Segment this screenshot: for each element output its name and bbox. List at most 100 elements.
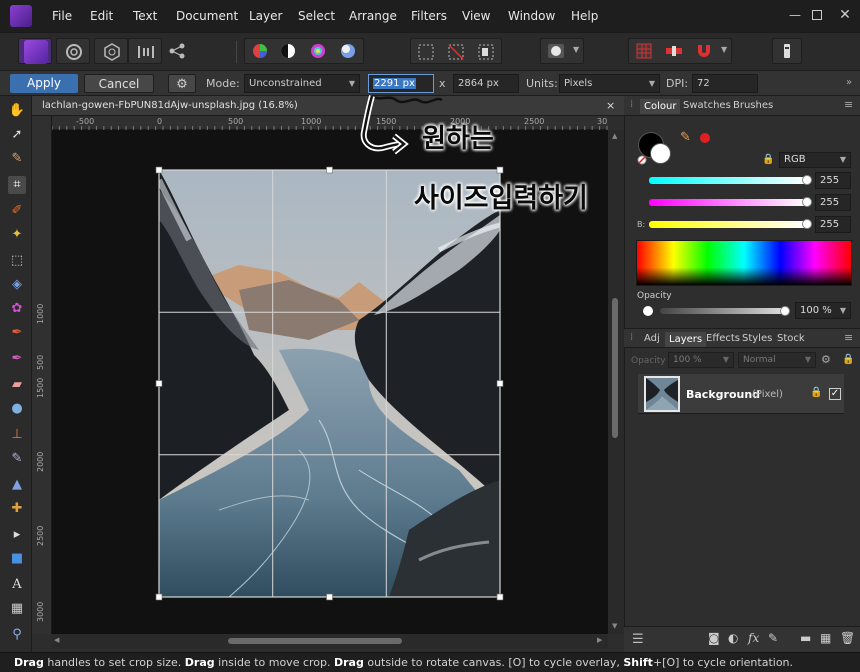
mask-layer-icon[interactable]: ◙ <box>708 631 720 645</box>
scroll-down-icon[interactable]: ▼ <box>612 622 617 630</box>
clone-tool-icon[interactable]: ⊥ <box>8 426 26 444</box>
tab-brushes[interactable]: Brushes <box>733 100 773 111</box>
text-tool-icon[interactable]: A <box>8 576 26 594</box>
menu-window[interactable]: Window <box>508 9 555 23</box>
marquee-tool-icon[interactable]: ⬚ <box>8 252 26 270</box>
flood-fill-tool-icon[interactable]: ◈ <box>8 276 26 294</box>
tab-layers[interactable]: Layers <box>665 332 707 347</box>
secondary-colour-swatch[interactable] <box>650 143 671 164</box>
panel-menu-icon[interactable]: ≡ <box>844 331 853 344</box>
picked-colour-dot[interactable] <box>700 133 710 143</box>
grid-icon[interactable] <box>635 42 653 60</box>
menu-document[interactable]: Document <box>176 9 238 23</box>
scroll-right-icon[interactable]: ▶ <box>597 636 602 644</box>
menu-view[interactable]: View <box>462 9 490 23</box>
flood-select-tool-icon[interactable]: ✦ <box>8 226 26 244</box>
live-filter-icon[interactable]: fx <box>748 631 759 645</box>
layer-settings-gear-icon[interactable]: ⚙ <box>821 353 831 366</box>
menu-edit[interactable]: Edit <box>90 9 113 23</box>
eyedropper-icon[interactable]: ✎ <box>680 130 691 145</box>
tab-stock[interactable]: Stock <box>777 333 805 344</box>
zoom-tool-icon[interactable]: ⚲ <box>8 626 26 644</box>
tone-mapping-persona-button[interactable] <box>128 38 162 64</box>
export-persona-button[interactable] <box>772 38 802 64</box>
menu-file[interactable]: File <box>52 9 72 23</box>
node-tool-icon[interactable]: ▸ <box>8 526 26 544</box>
colour-model-dropdown[interactable]: RGB ▼ <box>779 152 851 168</box>
red-slider-knob[interactable] <box>802 175 812 185</box>
opacity-slider[interactable] <box>660 308 784 314</box>
scroll-up-icon[interactable]: ▲ <box>612 132 617 140</box>
height-field[interactable]: 2864 px <box>453 74 519 93</box>
menu-arrange[interactable]: Arrange <box>349 9 397 23</box>
deselect-icon[interactable] <box>447 43 465 61</box>
assistant-icon[interactable] <box>665 42 683 60</box>
share-button[interactable] <box>164 38 190 64</box>
black-white-icon[interactable] <box>279 42 297 60</box>
apply-button[interactable]: Apply <box>10 74 78 93</box>
close-window-icon[interactable]: ✕ <box>838 8 852 22</box>
menu-select[interactable]: Select <box>298 9 335 23</box>
crop-overlay[interactable] <box>155 166 504 601</box>
tab-colour[interactable]: Colour <box>640 99 681 114</box>
adjustment-layer-icon[interactable]: ◐ <box>728 631 738 645</box>
color-replace-tool-icon[interactable]: ✒ <box>8 324 26 342</box>
dpi-field[interactable]: 72 <box>692 74 758 93</box>
mode-dropdown[interactable]: Unconstrained ▼ <box>244 74 360 93</box>
hand-tool-icon[interactable]: ✋ <box>8 102 26 120</box>
rectangle-tool-icon[interactable]: ■ <box>8 550 26 568</box>
quick-mask-button[interactable]: ▼ <box>540 38 584 64</box>
overflow-chevron-icon[interactable]: » <box>846 77 852 88</box>
tab-adjustments[interactable]: Adj <box>644 333 660 344</box>
units-dropdown[interactable]: Pixels ▼ <box>559 74 660 93</box>
paint-mixer-tool-icon[interactable]: ✒ <box>8 350 26 368</box>
blend-mode-dropdown[interactable]: Normal ▼ <box>738 352 816 368</box>
vertical-scroll-thumb[interactable] <box>612 298 618 438</box>
paint-brush-tool-icon[interactable]: ✿ <box>8 300 26 318</box>
colour-spectrum[interactable] <box>636 240 852 286</box>
scroll-left-icon[interactable]: ◀ <box>54 636 59 644</box>
horizontal-scroll-thumb[interactable] <box>228 638 402 644</box>
marquee-select-icon[interactable] <box>417 43 435 61</box>
blue-slider-knob[interactable] <box>802 219 812 229</box>
add-pixel-layer-icon[interactable]: ▦ <box>820 631 831 645</box>
opacity-slider-knob[interactable] <box>780 306 790 316</box>
hsl-icon[interactable] <box>309 42 327 60</box>
layer-row-background[interactable]: Background (Pixel) 🔒 ✓ <box>638 374 844 414</box>
panel-menu-icon[interactable]: ≡ <box>844 98 853 111</box>
erase-tool-icon[interactable]: ▰ <box>8 376 26 394</box>
develop-persona-button[interactable] <box>94 38 128 64</box>
levels-icon[interactable] <box>251 42 269 60</box>
blue-slider[interactable] <box>649 221 807 228</box>
dodge-tool-icon[interactable]: ● <box>8 400 26 418</box>
menu-filters[interactable]: Filters <box>411 9 447 23</box>
group-layers-folder-icon[interactable]: ▬ <box>800 631 811 645</box>
document-tab[interactable]: lachlan-gowen-FbPUN81dAjw-unsplash.jpg (… <box>32 96 624 116</box>
selection-brush-tool-icon[interactable]: ✐ <box>8 202 26 220</box>
delete-layer-trash-icon[interactable]: 🗑 <box>840 631 855 645</box>
red-value-field[interactable]: 255 <box>815 172 851 189</box>
green-slider[interactable] <box>649 199 807 206</box>
red-eye-tool-icon[interactable]: ✎ <box>8 450 26 468</box>
layer-visibility-checkbox[interactable]: ✓ <box>829 388 841 400</box>
affinity-photo-logo-icon[interactable] <box>10 5 32 27</box>
white-balance-icon[interactable] <box>339 42 357 60</box>
tab-styles[interactable]: Styles <box>742 333 772 344</box>
tab-effects[interactable]: Effects <box>706 333 740 344</box>
layers-stack-icon[interactable]: ☰ <box>632 632 644 647</box>
move-tool-icon[interactable]: ➚ <box>8 126 26 144</box>
snapping-magnet-icon[interactable] <box>695 42 713 60</box>
green-value-field[interactable]: 255 <box>815 194 851 211</box>
brush-layer-icon[interactable]: ✎ <box>768 631 778 645</box>
green-slider-knob[interactable] <box>802 197 812 207</box>
red-slider[interactable] <box>649 177 807 184</box>
close-document-icon[interactable]: × <box>606 99 615 112</box>
menu-help[interactable]: Help <box>571 9 598 23</box>
cancel-button[interactable]: Cancel <box>84 74 154 93</box>
swap-colours-icon[interactable] <box>636 154 648 166</box>
mesh-warp-tool-icon[interactable]: ▦ <box>8 600 26 618</box>
healing-tool-icon[interactable]: ✚ <box>8 500 26 518</box>
blue-value-field[interactable]: 255 <box>815 216 851 233</box>
layer-opacity-dropdown[interactable]: 100 % ▼ <box>668 352 734 368</box>
photo-persona-button[interactable] <box>18 38 52 64</box>
